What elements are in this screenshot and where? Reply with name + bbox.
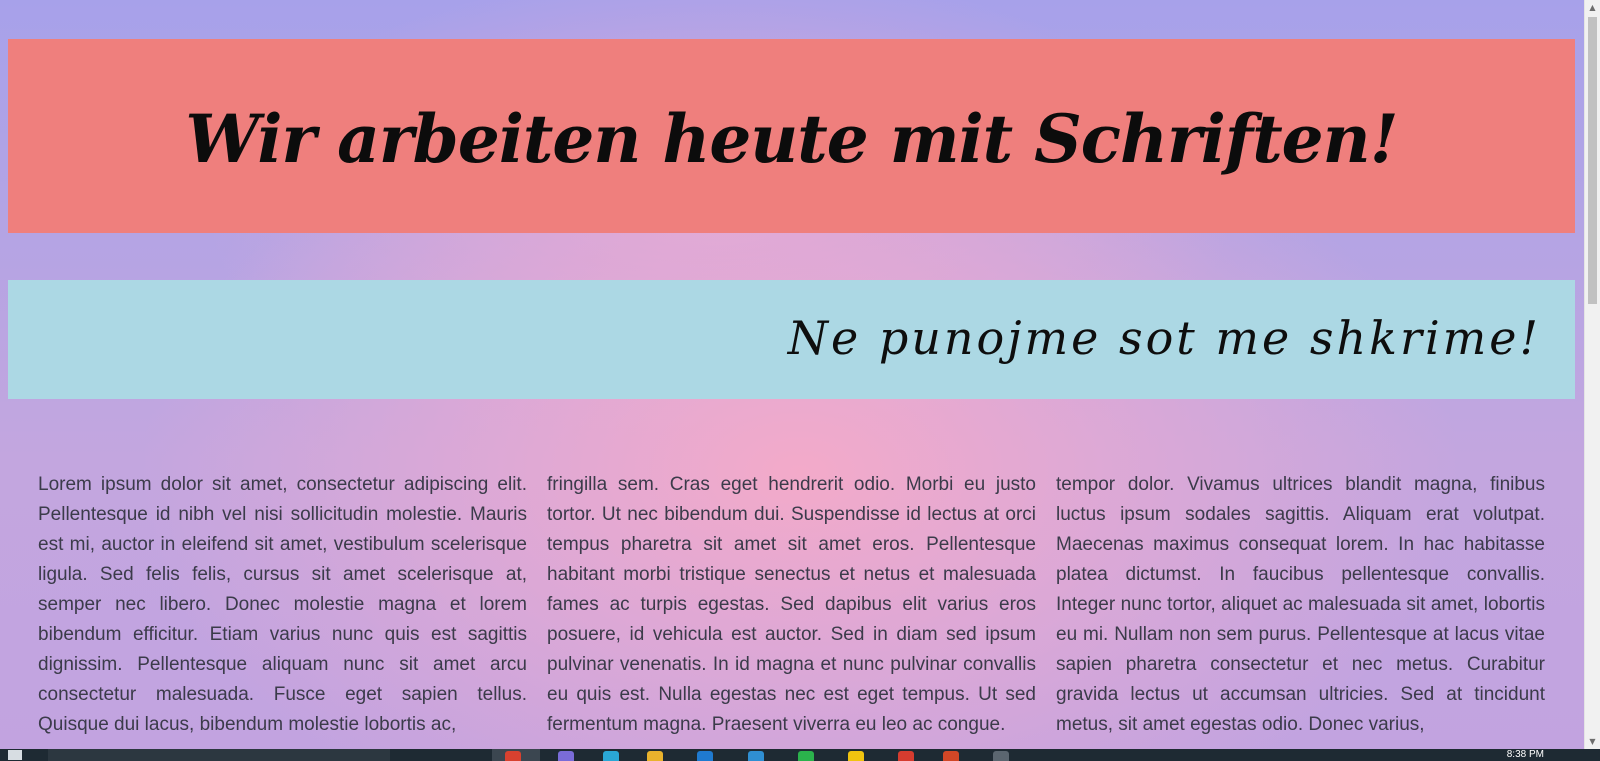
- taskbar-clock[interactable]: 8:38 PM: [1507, 749, 1544, 761]
- taskbar-search-box[interactable]: [48, 749, 390, 761]
- text-column-2: fringilla sem. Cras eget hendrerit odio.…: [547, 474, 1036, 735]
- app-icon[interactable]: [993, 751, 1009, 761]
- page-viewport: Wir arbeiten heute mit Schriften! Ne pun…: [0, 0, 1584, 749]
- app-icon[interactable]: [898, 751, 914, 761]
- chrome-icon[interactable]: [505, 751, 521, 761]
- vertical-scrollbar[interactable]: ▲ ▼: [1584, 0, 1600, 749]
- page-title: Wir arbeiten heute mit Schriften!: [185, 100, 1398, 178]
- scrollbar-thumb[interactable]: [1588, 17, 1597, 304]
- chevron-down-icon[interactable]: ▼: [1585, 734, 1600, 749]
- store-icon[interactable]: [697, 751, 713, 761]
- windows-start-icon[interactable]: [8, 750, 22, 760]
- text-column-3: tempor dolor. Vivamus ultrices blandit m…: [1056, 474, 1545, 735]
- powerpoint-icon[interactable]: [943, 751, 959, 761]
- primary-banner: Wir arbeiten heute mit Schriften!: [8, 39, 1575, 233]
- spotify-icon[interactable]: [798, 751, 814, 761]
- page-subtitle: Ne punojme sot me shkrime!: [787, 310, 1541, 365]
- mail-icon[interactable]: [748, 751, 764, 761]
- folder-icon[interactable]: [647, 751, 663, 761]
- edge-icon[interactable]: [603, 751, 619, 761]
- secondary-banner: Ne punojme sot me shkrime!: [8, 280, 1575, 399]
- teams-icon[interactable]: [558, 751, 574, 761]
- text-columns: Lorem ipsum dolor sit amet, consectetur …: [38, 470, 1545, 749]
- taskbar: 8:38 PM: [0, 749, 1600, 761]
- app-icon[interactable]: [848, 751, 864, 761]
- chevron-up-icon[interactable]: ▲: [1585, 0, 1600, 15]
- text-column-1: Lorem ipsum dolor sit amet, consectetur …: [38, 474, 527, 735]
